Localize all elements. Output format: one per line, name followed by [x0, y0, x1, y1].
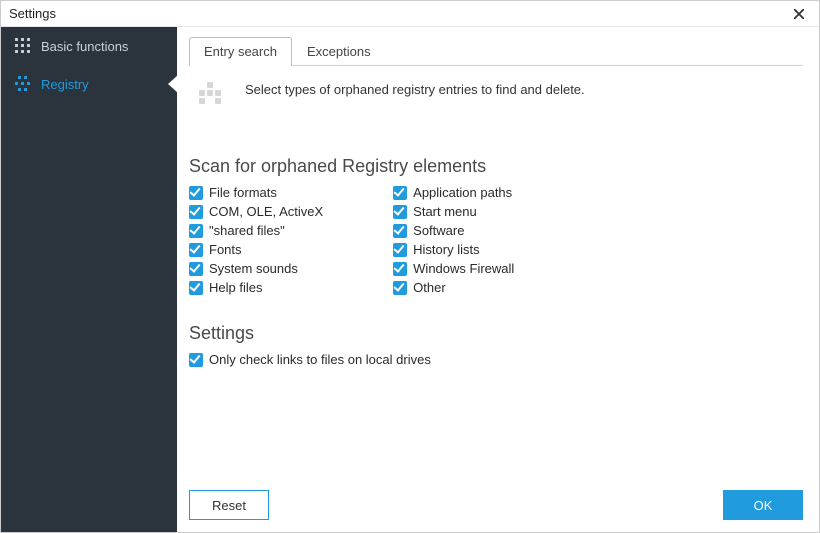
checkbox-icon	[393, 186, 407, 200]
scan-checkboxes: File formats COM, OLE, ActiveX "shared f…	[189, 185, 803, 295]
check-other[interactable]: Other	[393, 280, 514, 295]
checkbox-icon	[393, 262, 407, 276]
check-application-paths[interactable]: Application paths	[393, 185, 514, 200]
check-label: Application paths	[413, 185, 512, 200]
checkbox-icon	[189, 243, 203, 257]
check-system-sounds[interactable]: System sounds	[189, 261, 323, 276]
settings-checkboxes: Only check links to files on local drive…	[189, 352, 803, 367]
checkbox-icon	[393, 243, 407, 257]
close-button[interactable]	[787, 4, 811, 24]
checkbox-icon	[393, 281, 407, 295]
scan-col-left: File formats COM, OLE, ActiveX "shared f…	[189, 185, 323, 295]
checkbox-icon	[393, 224, 407, 238]
checkbox-icon	[189, 205, 203, 219]
sidebar-item-label: Basic functions	[41, 39, 128, 54]
check-label: Other	[413, 280, 446, 295]
grid-icon	[15, 38, 31, 54]
scan-col-right: Application paths Start menu Software Hi…	[393, 185, 514, 295]
check-shared-files[interactable]: "shared files"	[189, 223, 323, 238]
checkbox-icon	[189, 353, 203, 367]
checkbox-icon	[393, 205, 407, 219]
settings-heading: Settings	[189, 323, 803, 344]
content-pane: Entry search Exceptions Select types of …	[177, 27, 819, 532]
check-com-ole-activex[interactable]: COM, OLE, ActiveX	[189, 204, 323, 219]
checkbox-icon	[189, 262, 203, 276]
checkbox-icon	[189, 186, 203, 200]
tab-entry-search[interactable]: Entry search	[189, 37, 292, 65]
check-label: COM, OLE, ActiveX	[209, 204, 323, 219]
sidebar-item-basic-functions[interactable]: Basic functions	[1, 27, 177, 65]
registry-icon	[15, 76, 31, 92]
check-label: System sounds	[209, 261, 298, 276]
sidebar-item-registry[interactable]: Registry	[1, 65, 177, 103]
check-label: Help files	[209, 280, 262, 295]
check-help-files[interactable]: Help files	[189, 280, 323, 295]
window-title: Settings	[9, 6, 56, 21]
scan-heading: Scan for orphaned Registry elements	[189, 156, 803, 177]
check-label: Only check links to files on local drive…	[209, 352, 431, 367]
check-label: History lists	[413, 242, 479, 257]
close-icon	[794, 9, 804, 19]
check-label: Software	[413, 223, 464, 238]
check-label: "shared files"	[209, 223, 285, 238]
check-label: Fonts	[209, 242, 242, 257]
intro-text: Select types of orphaned registry entrie…	[245, 82, 585, 97]
titlebar: Settings	[1, 1, 819, 27]
check-software[interactable]: Software	[393, 223, 514, 238]
check-label: Windows Firewall	[413, 261, 514, 276]
check-fonts[interactable]: Fonts	[189, 242, 323, 257]
tab-exceptions[interactable]: Exceptions	[292, 37, 386, 65]
check-local-drives-only[interactable]: Only check links to files on local drive…	[189, 352, 803, 367]
checkbox-icon	[189, 224, 203, 238]
checkbox-icon	[189, 281, 203, 295]
check-start-menu[interactable]: Start menu	[393, 204, 514, 219]
sidebar: Basic functions Registry	[1, 27, 177, 532]
check-history-lists[interactable]: History lists	[393, 242, 514, 257]
footer-buttons: Reset OK	[189, 480, 803, 520]
ok-button[interactable]: OK	[723, 490, 803, 520]
check-file-formats[interactable]: File formats	[189, 185, 323, 200]
orphaned-entries-icon	[199, 82, 229, 112]
check-windows-firewall[interactable]: Windows Firewall	[393, 261, 514, 276]
check-label: File formats	[209, 185, 277, 200]
main-layout: Basic functions Registry Entry search Ex…	[1, 27, 819, 532]
intro-row: Select types of orphaned registry entrie…	[199, 82, 803, 112]
sidebar-item-label: Registry	[41, 77, 89, 92]
tabbar: Entry search Exceptions	[189, 37, 803, 66]
check-label: Start menu	[413, 204, 477, 219]
reset-button[interactable]: Reset	[189, 490, 269, 520]
